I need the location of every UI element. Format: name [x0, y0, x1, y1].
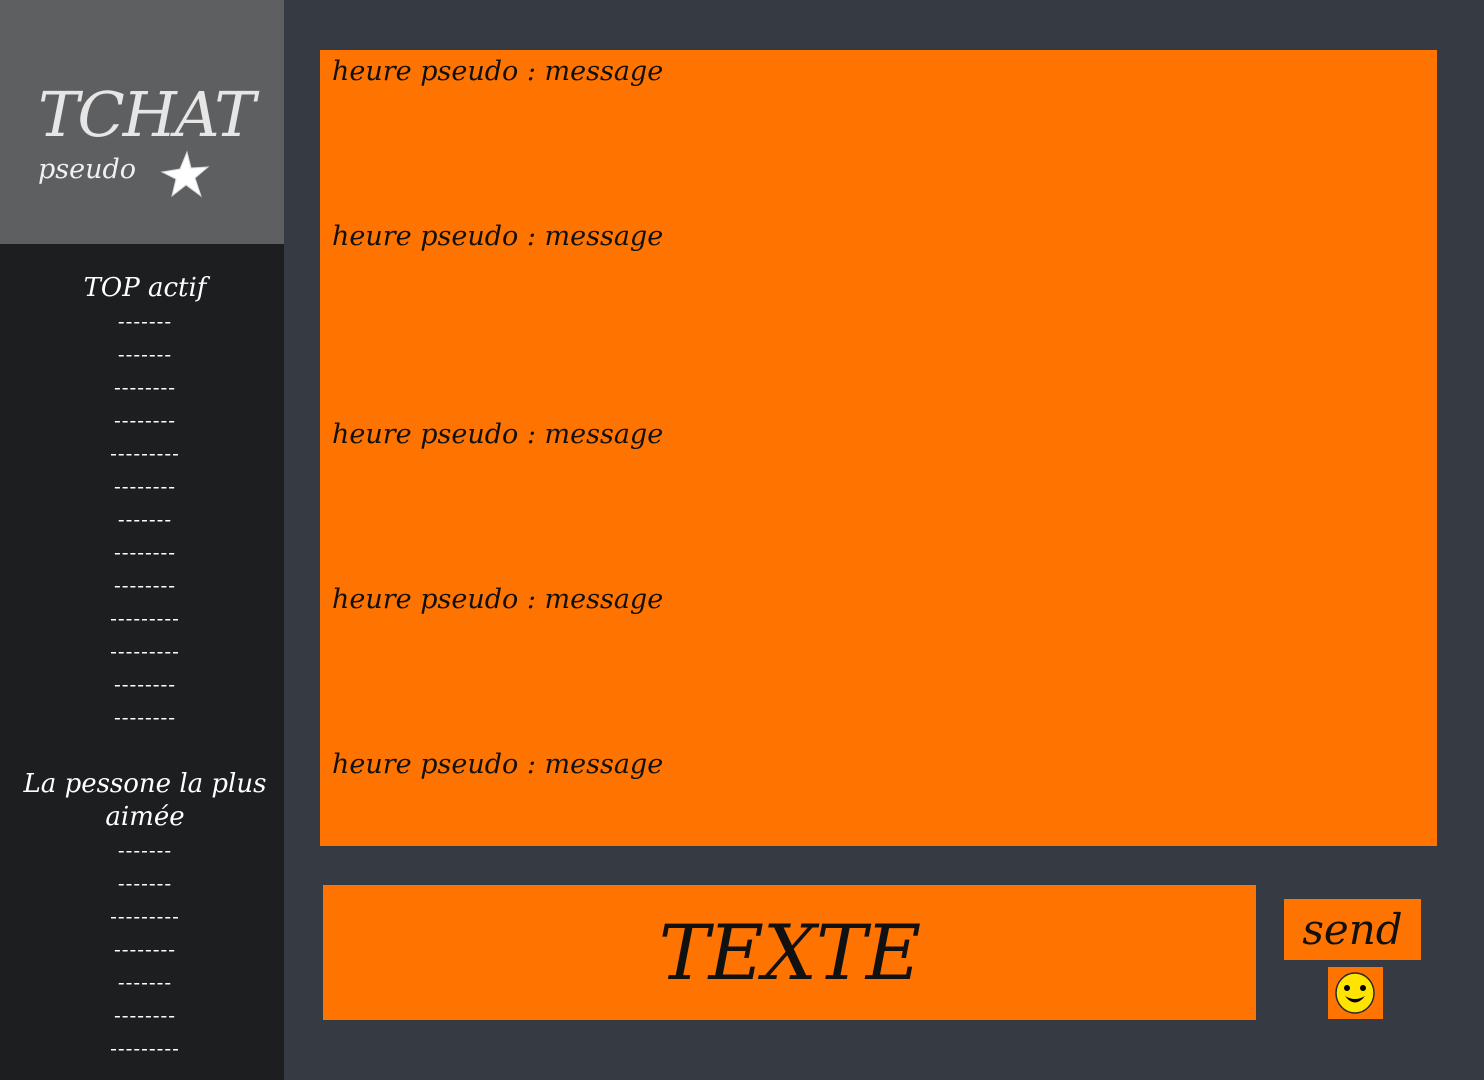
- list-item[interactable]: --------: [0, 536, 290, 569]
- list-item[interactable]: -------: [0, 834, 290, 867]
- most-liked-section: La pessone la plus aimée ------- -------…: [0, 768, 290, 1065]
- message-item: heure pseudo : message: [332, 221, 664, 252]
- list-item[interactable]: --------: [0, 999, 290, 1032]
- message-item: heure pseudo : message: [332, 419, 664, 450]
- chat-app: TCHAT pseudo TOP actif ------- ------- -…: [0, 0, 1484, 1080]
- message-input[interactable]: TEXTE: [323, 885, 1256, 1020]
- send-button[interactable]: send: [1284, 899, 1421, 960]
- list-item[interactable]: ---------: [0, 900, 290, 933]
- top-actif-list: ------- ------- -------- -------- ------…: [0, 305, 290, 734]
- list-item[interactable]: -------: [0, 867, 290, 900]
- star-icon[interactable]: [160, 150, 210, 200]
- list-item[interactable]: -------: [0, 338, 290, 371]
- section-heading-top-actif: TOP actif: [83, 273, 207, 303]
- list-item[interactable]: ---------: [0, 602, 290, 635]
- list-item[interactable]: --------: [0, 371, 290, 404]
- list-item[interactable]: ---------: [0, 437, 290, 470]
- list-item[interactable]: ---------: [0, 635, 290, 668]
- top-actif-section: TOP actif ------- ------- -------- -----…: [0, 272, 290, 734]
- smiley-icon: [1335, 972, 1375, 1014]
- sidebar-lists: TOP actif ------- ------- -------- -----…: [0, 244, 284, 1080]
- list-item[interactable]: -------: [0, 966, 290, 999]
- list-item[interactable]: ---------: [0, 1032, 290, 1065]
- message-item: heure pseudo : message: [332, 584, 664, 615]
- app-title: TCHAT: [38, 77, 256, 151]
- list-item[interactable]: --------: [0, 701, 290, 734]
- most-liked-list: ------- ------- --------- -------- -----…: [0, 834, 290, 1065]
- list-item[interactable]: --------: [0, 404, 290, 437]
- pseudo-label[interactable]: pseudo: [38, 156, 136, 183]
- list-item[interactable]: --------: [0, 933, 290, 966]
- message-area[interactable]: heure pseudo : message heure pseudo : me…: [320, 50, 1437, 846]
- message-item: heure pseudo : message: [332, 56, 664, 87]
- sidebar-header: TCHAT pseudo: [0, 0, 284, 244]
- section-heading-most-liked: La pessone la plus aimée: [23, 769, 267, 832]
- message-item: heure pseudo : message: [332, 749, 664, 780]
- list-item[interactable]: --------: [0, 470, 290, 503]
- list-item[interactable]: --------: [0, 668, 290, 701]
- list-item[interactable]: -------: [0, 305, 290, 338]
- list-item[interactable]: --------: [0, 569, 290, 602]
- list-item[interactable]: -------: [0, 503, 290, 536]
- emoji-button[interactable]: [1328, 967, 1383, 1019]
